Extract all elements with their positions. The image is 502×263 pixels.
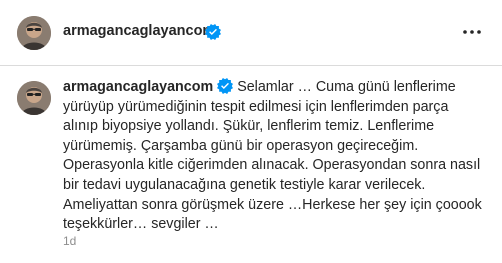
- post-author-username[interactable]: armagancaglayancom: [63, 23, 215, 39]
- caption-username[interactable]: armagancaglayancom: [63, 79, 213, 95]
- profile-avatar[interactable]: [17, 16, 51, 50]
- caption-text: Selamlar … Cuma günü lenflerime yürüyüp …: [63, 79, 482, 233]
- verified-badge-icon: [205, 24, 221, 40]
- more-options-icon[interactable]: [460, 22, 484, 42]
- verified-badge-icon: [217, 78, 234, 94]
- post-header: armagancaglayancom: [0, 0, 502, 66]
- caption-text-block: armagancaglayancom Selamlar … Cuma günü l…: [63, 78, 483, 235]
- avatar-image: [17, 81, 51, 115]
- avatar-image: [17, 16, 51, 50]
- caption-avatar[interactable]: [17, 81, 51, 115]
- post-timestamp[interactable]: 1d: [63, 234, 76, 248]
